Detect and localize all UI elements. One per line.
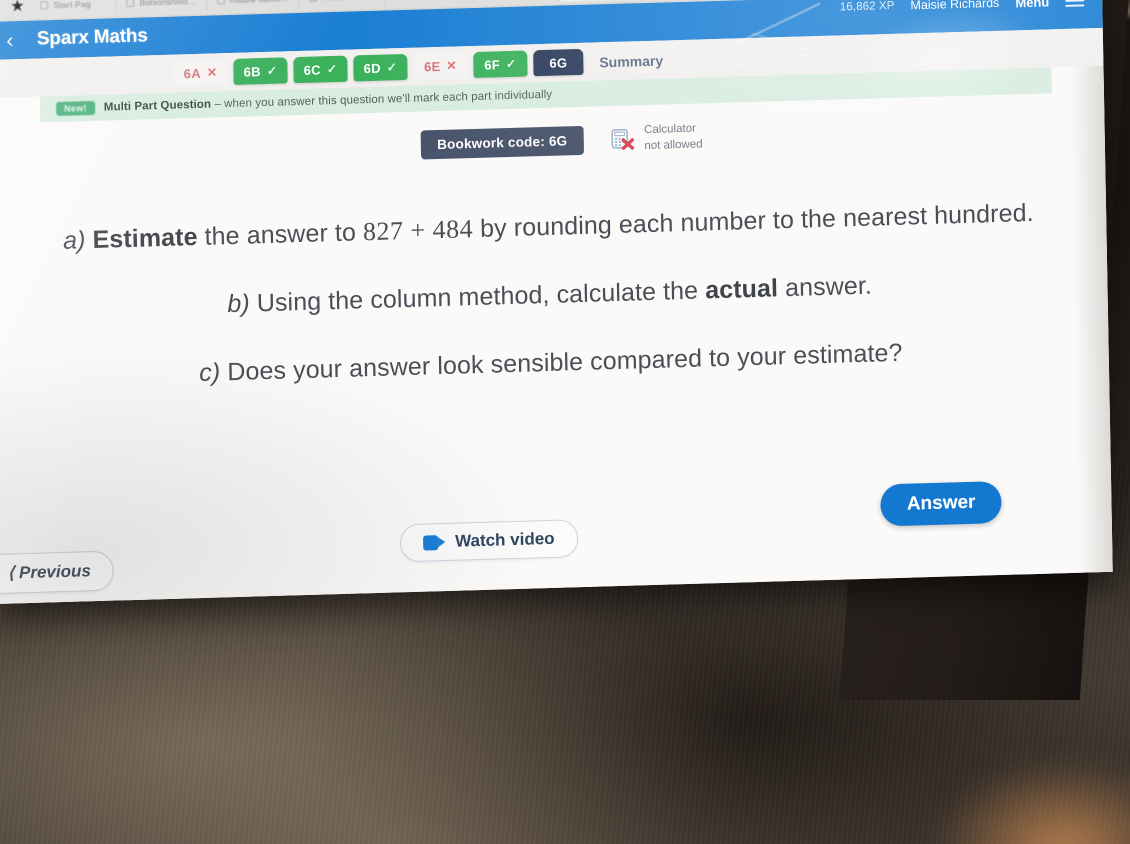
part-a-text-2: by rounding each number to the nearest h…: [472, 198, 1034, 244]
task-tab-6g[interactable]: 6G: [533, 48, 584, 77]
task-tab-6f[interactable]: 6F ✓: [473, 50, 528, 78]
browser-tab[interactable]: Amazon.co...: [299, 0, 386, 9]
video-camera-icon: [423, 534, 446, 551]
browser-tab[interactable]: Original Pub: [473, 0, 561, 4]
hamburger-icon[interactable]: [1065, 0, 1085, 8]
xp-counter: 16,862 XP: [839, 0, 895, 14]
menu-button[interactable]: Menu: [1015, 0, 1049, 10]
notice-detail: – when you answer this question we'll ma…: [211, 88, 553, 111]
previous-label: Previous: [18, 561, 91, 583]
bookwork-code-badge: Bookwork code: 6G: [420, 125, 584, 160]
page-icon: [216, 0, 225, 4]
part-a-text-1: the answer to: [197, 218, 364, 252]
task-tab-6b[interactable]: 6B ✓: [233, 57, 288, 85]
cross-icon: ✕: [446, 58, 457, 73]
browser-tab[interactable]: Start Pag: [30, 0, 117, 17]
bookmark-star-icon[interactable]: ★: [10, 0, 25, 16]
cross-icon: ✕: [206, 65, 218, 80]
task-tab-label: 6C: [303, 61, 322, 78]
part-c-label: c): [198, 357, 221, 387]
app-title: Sparx Maths: [36, 25, 148, 50]
browser-tab-label: Amazon.co...: [322, 0, 374, 2]
action-bar: ⟨ Previous Watch video Answer: [0, 468, 1113, 604]
part-a-label: a): [62, 226, 86, 255]
task-tab-label: 6B: [243, 63, 262, 80]
task-tab-label: 6E: [423, 58, 441, 74]
browser-tab[interactable]: Bolsonsholo...: [116, 0, 207, 14]
task-tab-label: 6G: [549, 54, 568, 71]
question-part-c: c) Does your answer look sensible compar…: [63, 332, 1039, 394]
question-part-b: b) Using the column method, calculate th…: [62, 265, 1038, 327]
check-icon: ✓: [505, 56, 517, 72]
check-icon: ✓: [386, 60, 398, 75]
calculator-label: Calculator not allowed: [644, 121, 703, 154]
part-b-text-1: Using the column method, calculate the: [256, 276, 706, 318]
tab-summary[interactable]: Summary: [599, 53, 663, 71]
new-badge: New!: [56, 100, 95, 117]
photo-of-tablet: ★ Start Pag Bolsonsholo... middle name..…: [0, 0, 1130, 844]
check-icon: ✓: [326, 61, 338, 77]
notice-text: Multi Part Question – when you answer th…: [104, 89, 553, 114]
page-icon: [309, 0, 318, 2]
warm-light-corner: [840, 704, 1130, 844]
calculator-line-2: not allowed: [644, 137, 703, 152]
chevron-left-icon[interactable]: ‹: [0, 29, 23, 52]
question-part-a: a) Estimate the answer to 827 + 484 by r…: [60, 195, 1036, 259]
answer-button[interactable]: Answer: [880, 480, 1002, 527]
task-tab-6c[interactable]: 6C ✓: [293, 55, 348, 84]
question-body: a) Estimate the answer to 827 + 484 by r…: [0, 141, 1109, 396]
calculator-blocked-icon: [609, 126, 635, 153]
browser-tab[interactable]: abroad lette...: [385, 0, 475, 7]
part-b-label: b): [227, 289, 251, 318]
browser-tab-label: Start Pag: [53, 0, 91, 10]
task-tab-6e[interactable]: 6E ✕: [413, 52, 468, 80]
watch-video-button[interactable]: Watch video: [399, 519, 578, 563]
user-name: Maisie Richards: [910, 0, 1000, 13]
page-icon: [40, 0, 49, 9]
tablet-screen: ★ Start Pag Bolsonsholo... middle name..…: [0, 0, 1113, 604]
browser-tab[interactable]: middle name...: [206, 0, 300, 12]
header-right-cluster: 16,862 XP Maisie Richards Menu: [840, 0, 1085, 15]
part-a-bold-estimate: Estimate: [92, 223, 198, 255]
part-c-text: Does your answer look sensible compared …: [227, 338, 903, 386]
browser-tab-active[interactable]: Sparx Maths: [559, 0, 647, 1]
task-tab-label: 6D: [363, 60, 381, 76]
browser-tab-label: middle name...: [230, 0, 289, 4]
previous-button[interactable]: ⟨ Previous: [0, 550, 115, 595]
check-icon: ✓: [266, 63, 278, 78]
calculator-line-1: Calculator: [643, 122, 696, 137]
question-sheet: New! Multi Part Question – when you answ…: [0, 65, 1113, 604]
part-a-expression: 827 + 484: [362, 214, 474, 247]
calculator-status: Calculator not allowed: [609, 121, 703, 155]
part-b-text-2: answer.: [777, 271, 873, 303]
chevron-left-icon: ⟨: [7, 563, 15, 583]
page-icon: [126, 0, 135, 7]
browser-tab-label: Bolsonsholo...: [139, 0, 196, 8]
task-tab-6d[interactable]: 6D ✓: [353, 53, 408, 82]
task-tab-6a[interactable]: 6A ✕: [173, 59, 228, 87]
part-b-bold-actual: actual: [704, 274, 779, 305]
task-tab-label: 6A: [183, 65, 202, 81]
watch-video-label: Watch video: [454, 528, 555, 551]
notice-title: Multi Part Question: [103, 98, 212, 114]
task-tab-label: 6F: [484, 56, 501, 73]
